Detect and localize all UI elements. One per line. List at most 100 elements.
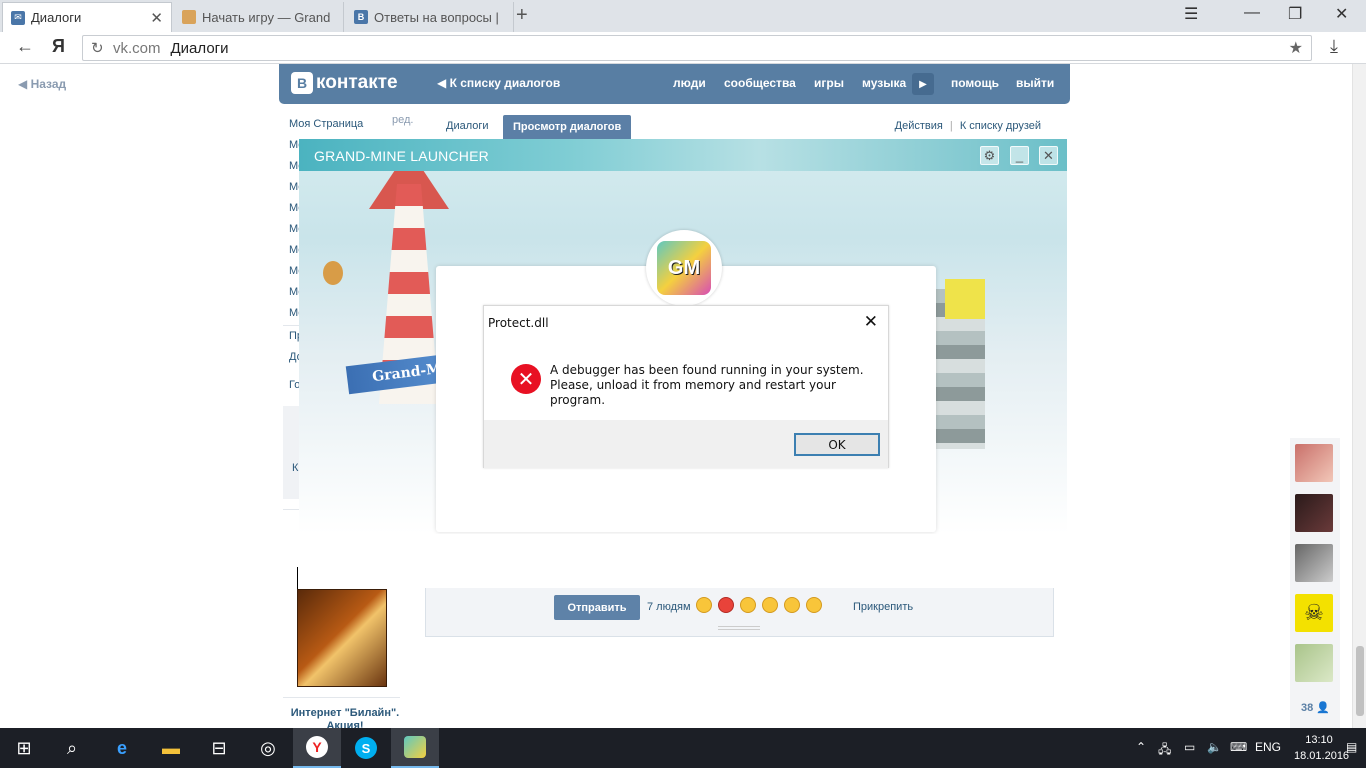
vk-logo[interactable]: Вконтакте (291, 72, 398, 94)
close-window-icon[interactable]: ✕ (1335, 4, 1348, 24)
friends-count[interactable]: 38 👤 (1301, 701, 1330, 714)
launcher-title: GRAND-MINE LAUNCHER (314, 148, 489, 164)
friends-count-value: 38 (1301, 702, 1314, 714)
url-input[interactable]: ↻ vk.com Диалоги ★ (82, 35, 1312, 61)
reload-icon[interactable]: ↻ (91, 39, 104, 57)
message-line: Please, unload it from memory and restar… (550, 378, 836, 407)
message-icon[interactable]: ▭ (1184, 740, 1195, 754)
edit-link[interactable]: ред. (392, 114, 413, 126)
scrollbar-thumb[interactable] (1356, 646, 1364, 716)
emoji-icon[interactable] (784, 597, 800, 613)
close-icon[interactable]: ✕ (150, 9, 163, 27)
nav-people[interactable]: люди (673, 76, 706, 90)
nav-help[interactable]: помощь (951, 76, 999, 90)
dialog-message: A debugger has been found running in you… (550, 363, 888, 408)
to-dialogs-label: К списку диалогов (449, 76, 561, 90)
friend-avatar[interactable] (1295, 494, 1333, 532)
back-arrow-icon[interactable]: ← (16, 36, 34, 57)
link-separator: | (949, 120, 953, 132)
store-icon[interactable]: ⊟ (195, 728, 243, 768)
tab-label: Начать игру — Grand (202, 9, 331, 25)
launcher-titlebar[interactable]: GRAND-MINE LAUNCHER ⚙ _ ✕ (299, 139, 1067, 171)
scrollbar[interactable] (1352, 64, 1366, 728)
dialog-tabs: Диалоги Просмотр диалогов Действия | К с… (425, 113, 1053, 140)
ok-button[interactable]: OK (794, 433, 880, 456)
settings-gear-icon[interactable]: ⚙ (980, 146, 999, 165)
ad-title[interactable]: Интернет "Билайн". Акция! (290, 707, 400, 728)
chevron-up-icon[interactable]: ⌃ (1136, 740, 1146, 754)
chevron-left-icon: ◀ (437, 76, 450, 90)
folder-icon[interactable]: ▬ (147, 728, 195, 768)
tab-dialogs-list[interactable]: Диалоги (446, 120, 489, 132)
nav-communities[interactable]: сообщества (724, 76, 796, 90)
clock-date: 18.01.2016 (1294, 750, 1350, 762)
keyboard-icon[interactable]: ⌨ (1230, 740, 1247, 754)
vk-logo-icon: В (354, 10, 368, 24)
new-tab-button[interactable]: + (516, 4, 528, 27)
url-domain: vk.com (113, 39, 161, 57)
launcher-logo: GM (646, 230, 722, 306)
friend-avatar[interactable] (1295, 444, 1333, 482)
gm-logo-icon (404, 736, 426, 758)
friend-avatar[interactable] (1295, 644, 1333, 682)
recipients-count[interactable]: 7 людям (647, 601, 691, 613)
network-icon[interactable]: 🖧 (1158, 740, 1171, 761)
download-icon[interactable]: ⤓ (1330, 36, 1338, 57)
nav-music[interactable]: музыка (862, 76, 906, 90)
nav-games[interactable]: игры (814, 76, 844, 90)
language-indicator[interactable]: ENG (1255, 740, 1281, 754)
character-head (945, 279, 985, 319)
emoji-icon[interactable] (696, 597, 712, 613)
send-button[interactable]: Отправить (554, 595, 640, 620)
divider (283, 697, 400, 698)
yandex-logo-icon[interactable]: Я (52, 36, 65, 57)
close-icon[interactable]: ✕ (1039, 146, 1058, 165)
tab-answers[interactable]: В Ответы на вопросы | (346, 2, 514, 32)
vk-header: Вконтакте ◀ К списку диалогов люди сообщ… (279, 64, 1070, 104)
clock[interactable]: 13:10 18.01.2016 (1294, 732, 1350, 764)
taskbar: ⊞ ⌕ e ▬ ⊟ ◎ Y S ⌃ 🖧 ▭ 🔈 ⌨ ENG 13:10 18.0… (0, 728, 1366, 768)
minimize-icon[interactable]: — (1244, 4, 1260, 22)
nav-logout[interactable]: выйти (1016, 76, 1054, 90)
emoji-icon[interactable] (806, 597, 822, 613)
close-icon[interactable]: ✕ (864, 312, 878, 332)
attach-link[interactable]: Прикрепить (853, 601, 913, 613)
actions-link[interactable]: Действия (895, 120, 943, 132)
heart-icon[interactable] (718, 597, 734, 613)
skype-icon[interactable]: S (342, 728, 390, 768)
grand-mine-icon[interactable] (391, 728, 439, 768)
tab-view-dialogs[interactable]: Просмотр диалогов (503, 115, 632, 140)
windows-start-icon[interactable]: ⊞ (0, 728, 48, 768)
volume-icon[interactable]: 🔈 (1207, 740, 1222, 754)
clock-time: 13:10 (1305, 734, 1333, 746)
error-dialog: Protect.dll ✕ ✕ A debugger has been foun… (483, 305, 889, 468)
tab-bar: ✉ Диалоги ✕ Начать игру — Grand В Ответы… (0, 0, 1366, 32)
resize-handle[interactable] (718, 626, 760, 630)
search-icon[interactable]: ⌕ (48, 728, 96, 768)
menu-icon[interactable]: ☰ (1184, 4, 1198, 24)
edge-icon[interactable]: e (98, 728, 146, 768)
friend-avatar[interactable] (1295, 544, 1333, 582)
balloon-image (323, 261, 343, 285)
emoji-icon[interactable] (762, 597, 778, 613)
vk-logo-text: контакте (316, 72, 398, 93)
to-dialogs-link[interactable]: ◀ К списку диалогов (437, 76, 560, 90)
bookmark-star-icon[interactable]: ★ (1289, 38, 1303, 58)
game-favicon-icon (182, 10, 196, 24)
minimize-icon[interactable]: _ (1010, 146, 1029, 165)
tab-grand-mine[interactable]: Начать игру — Grand (174, 2, 344, 32)
online-friends: ☠ 38 👤 (1290, 438, 1340, 728)
play-icon[interactable]: ▶ (912, 73, 934, 95)
yandex-logo-icon: Y (306, 736, 328, 758)
tab-dialogs[interactable]: ✉ Диалоги ✕ (2, 2, 172, 32)
skull-icon[interactable]: ☠ (1295, 594, 1333, 632)
yandex-browser-icon[interactable]: Y (293, 728, 341, 768)
friends-list-link[interactable]: К списку друзей (960, 120, 1041, 132)
back-link[interactable]: ◀ Назад (18, 77, 66, 91)
ad-image[interactable] (297, 589, 387, 687)
restore-icon[interactable]: ❐ (1288, 4, 1302, 24)
tab-label: Диалоги (31, 10, 82, 25)
steam-icon[interactable]: ◎ (244, 728, 292, 768)
emoji-icon[interactable] (740, 597, 756, 613)
notifications-icon[interactable]: ▤ (1346, 740, 1357, 754)
